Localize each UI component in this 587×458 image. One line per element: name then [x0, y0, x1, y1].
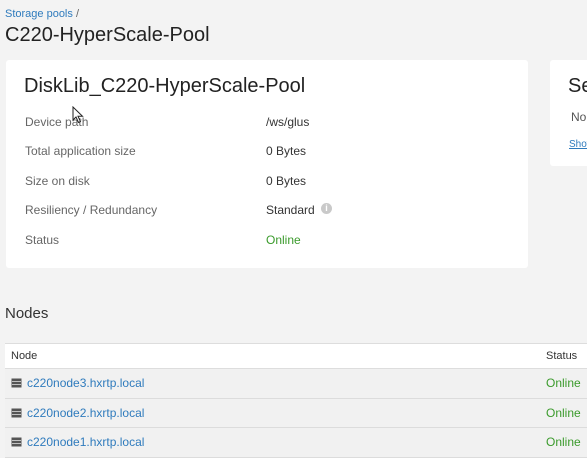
node-link[interactable]: c220node2.hxrtp.local — [27, 406, 144, 420]
server-icon — [11, 437, 22, 447]
mouse-cursor-icon — [72, 106, 84, 124]
status-value: Online — [266, 233, 301, 247]
info-icon[interactable]: i — [321, 203, 332, 214]
column-header-status[interactable]: Status — [546, 350, 577, 362]
resiliency-value: Standard — [266, 203, 315, 217]
breadcrumb-separator: / — [75, 8, 80, 20]
resiliency-label: Resiliency / Redundancy — [25, 203, 158, 217]
table-row[interactable]: c220node1.hxrtp.local Online — [5, 428, 587, 458]
side-card-text: No — [571, 110, 587, 124]
server-icon — [11, 378, 22, 388]
table-row[interactable]: c220node3.hxrtp.local Online — [5, 369, 587, 399]
page-title: C220-HyperScale-Pool — [5, 24, 210, 46]
status-label: Status — [25, 233, 60, 247]
device-path-value: /ws/glus — [266, 115, 310, 129]
pool-details-card: DiskLib_C220-HyperScale-Pool Device path… — [6, 60, 528, 268]
side-card: Se No Show — [550, 60, 587, 166]
side-card-show-link[interactable]: Show — [569, 139, 587, 150]
total-application-size-value: 0 Bytes — [266, 144, 307, 158]
column-header-node[interactable]: Node — [11, 350, 37, 362]
table-header: Node Status — [5, 344, 587, 369]
total-application-size-label: Total application size — [25, 144, 136, 158]
card-title: DiskLib_C220-HyperScale-Pool — [24, 75, 306, 97]
node-status: Online — [546, 435, 581, 449]
nodes-heading: Nodes — [5, 305, 49, 322]
server-icon — [11, 408, 22, 417]
node-status: Online — [546, 376, 581, 390]
breadcrumb-storage-pools-link[interactable]: Storage pools — [5, 8, 73, 20]
size-on-disk-label: Size on disk — [25, 174, 90, 188]
node-link[interactable]: c220node1.hxrtp.local — [27, 435, 144, 449]
node-status: Online — [546, 405, 581, 420]
nodes-table: Node Status c220node3.hxrtp.local Online… — [5, 343, 587, 458]
side-card-title: Se — [568, 75, 587, 97]
size-on-disk-value: 0 Bytes — [266, 174, 307, 188]
node-link[interactable]: c220node3.hxrtp.local — [27, 376, 144, 390]
breadcrumb: Storage pools / — [5, 8, 79, 20]
table-row[interactable]: c220node2.hxrtp.local Online — [5, 398, 587, 428]
